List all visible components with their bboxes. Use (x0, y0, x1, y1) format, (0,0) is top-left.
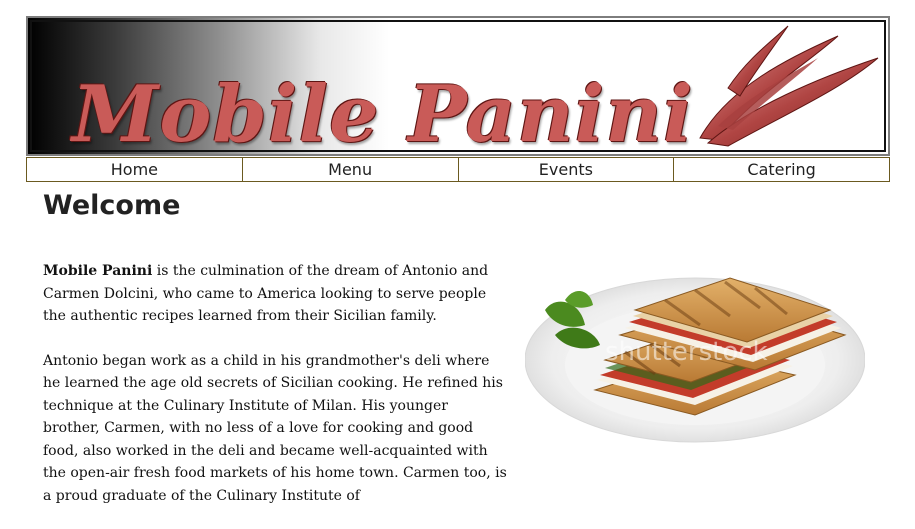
main-nav: Home Menu Events Catering (26, 157, 890, 182)
nav-catering[interactable]: Catering (674, 157, 890, 182)
nav-menu[interactable]: Menu (242, 157, 459, 182)
history-paragraph: Antonio began work as a child in his gra… (43, 352, 507, 504)
brand-name: Mobile Panini (43, 263, 153, 279)
site-banner: Mobile Panini (26, 16, 890, 156)
nav-events[interactable]: Events (458, 157, 675, 182)
intro-text: Mobile Panini is the culmination of the … (43, 260, 508, 529)
panini-photo: shutterstock (525, 240, 865, 462)
nav-home[interactable]: Home (26, 157, 243, 182)
photo-watermark: shutterstock (605, 337, 768, 367)
logo-text: Mobile Panini (72, 69, 694, 156)
intro-paragraph: Mobile Panini is the culmination of the … (43, 260, 508, 328)
page-title: Welcome (43, 190, 181, 221)
